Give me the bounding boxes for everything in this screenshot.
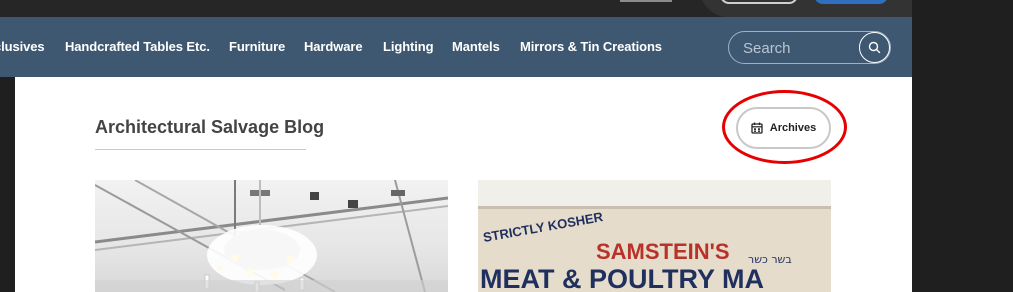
search-icon bbox=[868, 41, 881, 54]
archives-label: Archives bbox=[769, 122, 817, 134]
archives-button[interactable]: Archives bbox=[736, 107, 831, 149]
nav-item-lighting[interactable]: Lighting bbox=[383, 39, 434, 54]
search-button[interactable] bbox=[859, 32, 890, 63]
main-nav: clusives Handcrafted Tables Etc. Furnitu… bbox=[0, 17, 912, 77]
signup-button[interactable] bbox=[814, 0, 888, 4]
calendar-icon bbox=[751, 122, 763, 134]
samsteins-sign-photo: STRICTLY KOSHER SAMSTEIN'S בשר כשר MEAT … bbox=[478, 180, 831, 292]
top-bar bbox=[0, 0, 912, 17]
page-title: Architectural Salvage Blog bbox=[95, 117, 325, 137]
sign-text-meat-poultry: MEAT & POULTRY MA bbox=[480, 264, 764, 292]
nav-item-exclusives[interactable]: clusives bbox=[0, 39, 45, 54]
blog-content: Architectural Salvage Blog Archives STRI… bbox=[15, 77, 912, 292]
blog-post-card-samsteins-sign[interactable]: STRICTLY KOSHER SAMSTEIN'S בשר כשר MEAT … bbox=[478, 180, 831, 292]
nav-item-mirrors-tin[interactable]: Mirrors & Tin Creations bbox=[520, 39, 662, 54]
title-underline bbox=[95, 149, 306, 150]
search-input[interactable] bbox=[743, 39, 853, 57]
sign-text-samsteins: SAMSTEIN'S bbox=[596, 239, 730, 264]
chandelier-photo bbox=[95, 180, 448, 292]
login-button[interactable] bbox=[720, 0, 798, 4]
top-bar-divider bbox=[620, 0, 672, 2]
nav-item-hardware[interactable]: Hardware bbox=[304, 39, 363, 54]
nav-item-handcrafted-tables[interactable]: Handcrafted Tables Etc. bbox=[65, 39, 210, 54]
blog-post-card-chandelier[interactable] bbox=[95, 180, 448, 292]
search-box bbox=[728, 31, 891, 64]
nav-item-mantels[interactable]: Mantels bbox=[452, 39, 500, 54]
nav-item-furniture[interactable]: Furniture bbox=[229, 39, 285, 54]
